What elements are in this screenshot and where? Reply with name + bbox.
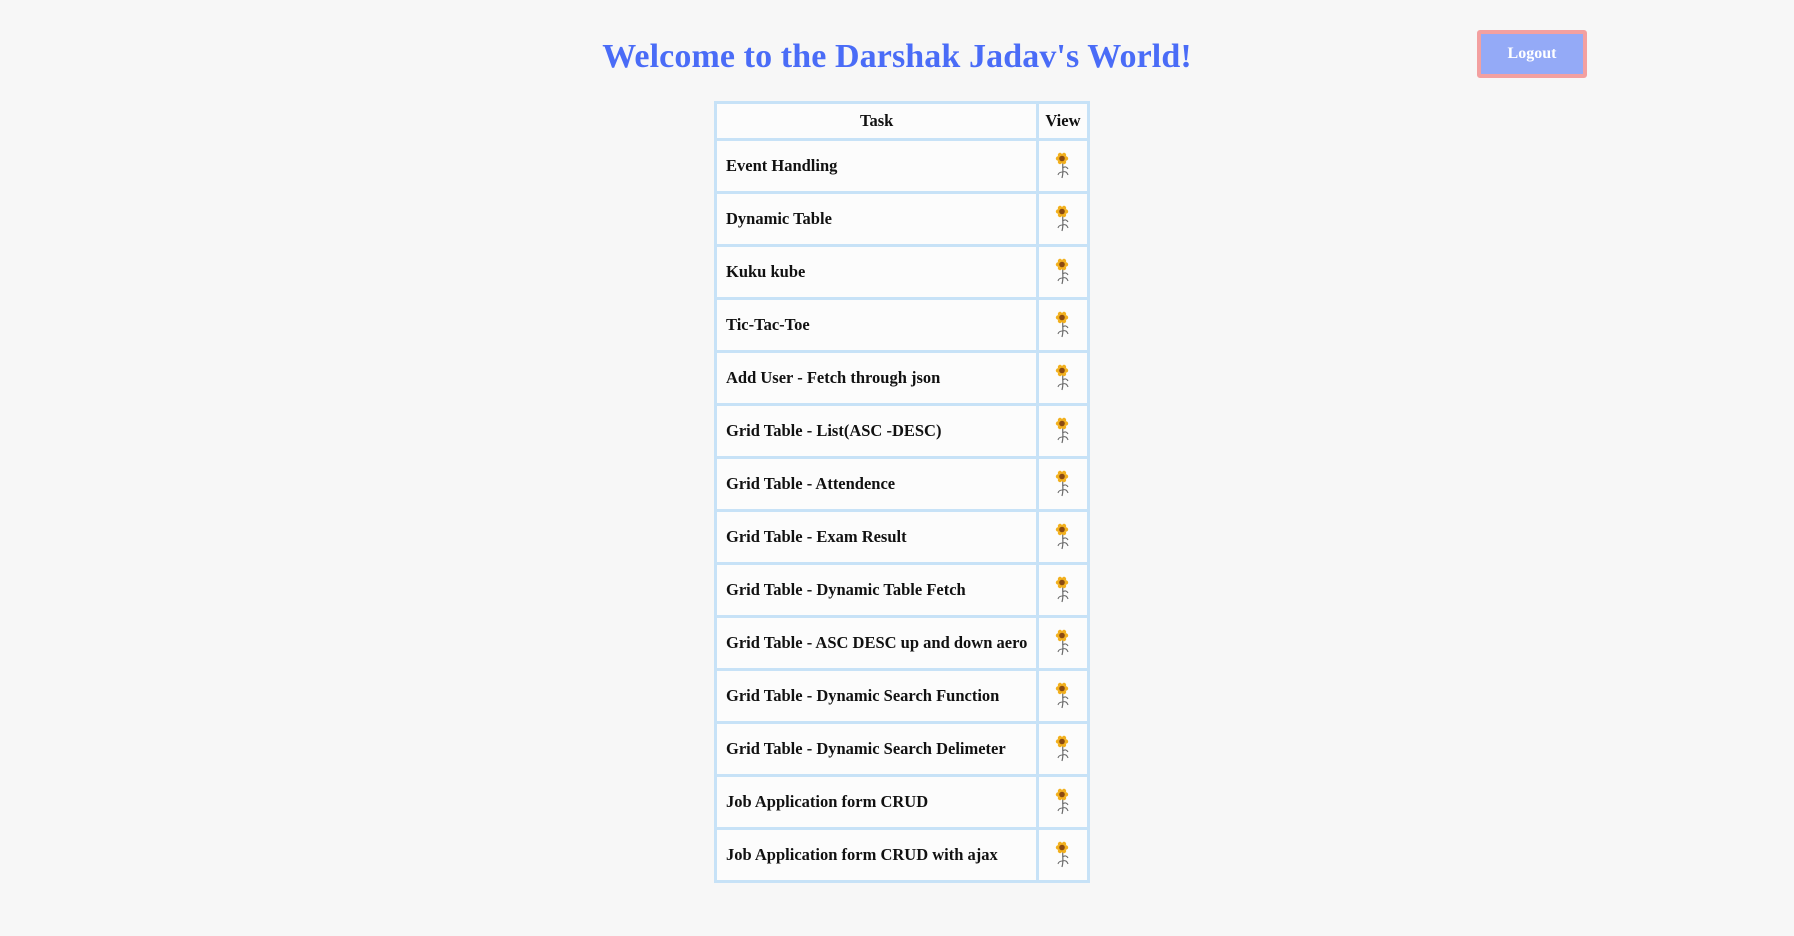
view-cell	[1039, 459, 1087, 509]
view-cell	[1039, 406, 1087, 456]
table-row: Grid Table - ASC DESC up and down aero	[717, 618, 1087, 668]
logout-button[interactable]: Logout	[1477, 30, 1587, 78]
task-name: Job Application form CRUD with ajax	[717, 830, 1037, 880]
sunflower-icon	[1055, 788, 1069, 815]
sunflower-icon	[1055, 576, 1069, 603]
table-row: Grid Table - Dynamic Search Function	[717, 671, 1087, 721]
sunflower-icon	[1055, 629, 1069, 656]
view-link[interactable]	[1052, 629, 1074, 657]
table-row: Job Application form CRUD with ajax	[717, 830, 1087, 880]
task-name: Event Handling	[717, 141, 1037, 191]
view-cell	[1039, 777, 1087, 827]
view-cell	[1039, 141, 1087, 191]
view-cell	[1039, 300, 1087, 350]
sunflower-icon	[1055, 523, 1069, 550]
task-name: Grid Table - Exam Result	[717, 512, 1037, 562]
view-cell	[1039, 671, 1087, 721]
task-name: Grid Table - List(ASC -DESC)	[717, 406, 1037, 456]
table-row: Job Application form CRUD	[717, 777, 1087, 827]
view-column-header: View	[1039, 104, 1087, 138]
table-row: Grid Table - Attendence	[717, 459, 1087, 509]
table-row: Grid Table - List(ASC -DESC)	[717, 406, 1087, 456]
task-rows: Event Handling Dynamic Table Kuku kube T…	[717, 141, 1087, 880]
task-name: Kuku kube	[717, 247, 1037, 297]
table-row: Add User - Fetch through json	[717, 353, 1087, 403]
task-name: Dynamic Table	[717, 194, 1037, 244]
sunflower-icon	[1055, 364, 1069, 391]
view-link[interactable]	[1052, 523, 1074, 551]
table-row: Grid Table - Exam Result	[717, 512, 1087, 562]
view-cell	[1039, 830, 1087, 880]
view-link[interactable]	[1052, 258, 1074, 286]
sunflower-icon	[1055, 417, 1069, 444]
sunflower-icon	[1055, 682, 1069, 709]
sunflower-icon	[1055, 470, 1069, 497]
task-name: Grid Table - Dynamic Search Function	[717, 671, 1037, 721]
view-cell	[1039, 194, 1087, 244]
view-cell	[1039, 247, 1087, 297]
view-link[interactable]	[1052, 841, 1074, 869]
view-link[interactable]	[1052, 417, 1074, 445]
task-name: Grid Table - ASC DESC up and down aero	[717, 618, 1037, 668]
sunflower-icon	[1055, 311, 1069, 338]
table-row: Grid Table - Dynamic Table Fetch	[717, 565, 1087, 615]
task-table: Task View Event Handling Dynamic Table K…	[714, 101, 1090, 883]
view-cell	[1039, 565, 1087, 615]
sunflower-icon	[1055, 205, 1069, 232]
task-name: Tic-Tac-Toe	[717, 300, 1037, 350]
view-cell	[1039, 512, 1087, 562]
sunflower-icon	[1055, 152, 1069, 179]
table-row: Kuku kube	[717, 247, 1087, 297]
table-header-row: Task View	[717, 104, 1087, 138]
view-cell	[1039, 724, 1087, 774]
view-link[interactable]	[1052, 682, 1074, 710]
view-cell	[1039, 353, 1087, 403]
view-link[interactable]	[1052, 788, 1074, 816]
task-name: Add User - Fetch through json	[717, 353, 1037, 403]
view-link[interactable]	[1052, 735, 1074, 763]
table-row: Tic-Tac-Toe	[717, 300, 1087, 350]
sunflower-icon	[1055, 258, 1069, 285]
view-link[interactable]	[1052, 470, 1074, 498]
task-name: Job Application form CRUD	[717, 777, 1037, 827]
view-link[interactable]	[1052, 311, 1074, 339]
task-name: Grid Table - Dynamic Table Fetch	[717, 565, 1037, 615]
view-cell	[1039, 618, 1087, 668]
sunflower-icon	[1055, 841, 1069, 868]
view-link[interactable]	[1052, 364, 1074, 392]
table-row: Event Handling	[717, 141, 1087, 191]
view-link[interactable]	[1052, 576, 1074, 604]
table-row: Dynamic Table	[717, 194, 1087, 244]
table-row: Grid Table - Dynamic Search Delimeter	[717, 724, 1087, 774]
task-name: Grid Table - Attendence	[717, 459, 1037, 509]
view-link[interactable]	[1052, 152, 1074, 180]
view-link[interactable]	[1052, 205, 1074, 233]
task-column-header: Task	[717, 104, 1037, 138]
sunflower-icon	[1055, 735, 1069, 762]
task-name: Grid Table - Dynamic Search Delimeter	[717, 724, 1037, 774]
